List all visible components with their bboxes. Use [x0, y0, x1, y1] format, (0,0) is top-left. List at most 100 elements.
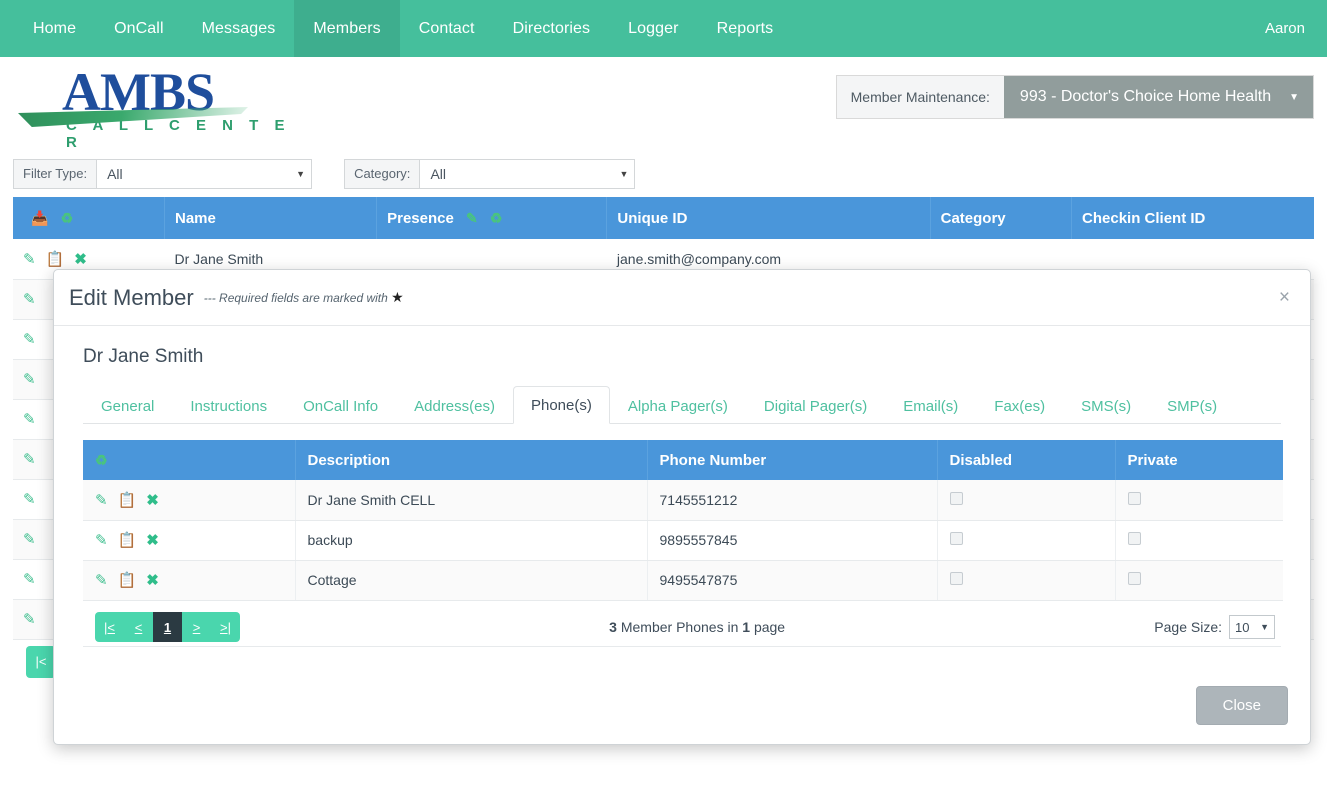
- cell-presence: [376, 359, 607, 400]
- nav-label: Directories: [512, 19, 591, 37]
- chevron-down-icon: ▼: [296, 168, 306, 179]
- table-row[interactable]: ✎: [13, 279, 1314, 320]
- nav-user-menu[interactable]: Aaron: [1243, 0, 1327, 57]
- members-grid-header-unique-id[interactable]: Unique ID: [606, 197, 931, 239]
- nav-label: Reports: [716, 19, 774, 37]
- copy-icon[interactable]: 📋: [46, 252, 65, 267]
- nav-items: Home OnCall Messages Members Contact Dir…: [14, 0, 792, 57]
- cell-unique-id: [606, 279, 931, 320]
- add-member-icon[interactable]: 📥: [31, 210, 48, 226]
- cell-category: [930, 359, 1072, 400]
- cell-name: [164, 519, 377, 560]
- refresh-icon[interactable]: ♻: [490, 210, 503, 226]
- table-row[interactable]: ✎: [13, 479, 1314, 520]
- edit-icon[interactable]: ✎: [466, 210, 478, 226]
- members-grid-header-row: 📥 ♻ Name Presence ✎ ♻ Unique ID Category…: [13, 197, 1314, 239]
- refresh-icon[interactable]: ♻: [61, 210, 74, 226]
- members-grid-wrap: 📥 ♻ Name Presence ✎ ♻ Unique ID Category…: [0, 197, 1327, 678]
- edit-icon[interactable]: ✎: [23, 492, 36, 507]
- cell-presence: [376, 479, 607, 520]
- table-row[interactable]: ✎: [13, 359, 1314, 400]
- nav-item-home[interactable]: Home: [14, 0, 95, 57]
- cell-checkin: [1071, 559, 1314, 600]
- cell-name: [164, 559, 377, 600]
- filter-type-label: Filter Type:: [14, 159, 98, 188]
- row-actions-cell: ✎ 📋 ✖: [13, 239, 165, 280]
- edit-icon[interactable]: ✎: [23, 252, 36, 267]
- edit-icon[interactable]: ✎: [23, 372, 36, 387]
- nav-label: Members: [313, 19, 381, 37]
- cell-category: [930, 399, 1072, 440]
- category-select[interactable]: All ▼: [420, 160, 634, 188]
- cell-name: [164, 279, 377, 320]
- edit-icon[interactable]: ✎: [23, 532, 36, 547]
- cell-category: [930, 439, 1072, 480]
- cell-unique-id: [606, 439, 931, 480]
- cell-name: [164, 319, 377, 360]
- filter-type-select[interactable]: All ▼: [97, 160, 311, 188]
- close-button[interactable]: Close: [1195, 685, 1288, 725]
- delete-icon[interactable]: ✖: [74, 252, 87, 267]
- nav-item-contact[interactable]: Contact: [400, 0, 494, 57]
- nav-item-logger[interactable]: Logger: [609, 0, 697, 57]
- table-row[interactable]: ✎: [13, 559, 1314, 600]
- edit-icon[interactable]: ✎: [23, 612, 36, 627]
- members-grid-header-presence[interactable]: Presence ✎ ♻: [376, 197, 608, 239]
- cell-checkin: [1071, 319, 1314, 360]
- edit-icon[interactable]: ✎: [23, 412, 36, 427]
- cell-unique-id: [606, 559, 931, 600]
- members-grid-header-name[interactable]: Name: [164, 197, 378, 239]
- cell-presence: [376, 559, 607, 600]
- row-actions-cell: ✎: [13, 519, 165, 560]
- table-row[interactable]: ✎: [13, 319, 1314, 360]
- nav-item-reports[interactable]: Reports: [698, 0, 793, 57]
- cell-presence: [376, 519, 607, 560]
- table-row[interactable]: ✎: [13, 519, 1314, 560]
- member-maintenance-label: Member Maintenance:: [836, 76, 1004, 118]
- cell-checkin: [1071, 479, 1314, 520]
- row-actions-cell: ✎: [13, 479, 165, 520]
- nav-item-members[interactable]: Members: [294, 0, 400, 57]
- nav-item-messages[interactable]: Messages: [183, 0, 295, 57]
- cell-unique-id: [606, 319, 931, 360]
- row-actions-cell: ✎: [13, 399, 165, 440]
- category-group: Category: All ▼: [344, 158, 636, 189]
- column-label: Name: [175, 209, 216, 227]
- table-row[interactable]: ✎: [13, 399, 1314, 440]
- cell-name: Dr Jane Smith: [164, 239, 377, 280]
- column-label: Category: [940, 209, 1006, 227]
- row-actions-cell: ✎: [13, 439, 165, 480]
- category-label: Category:: [345, 159, 421, 188]
- cell-unique-id: [606, 519, 931, 560]
- cell-unique-id: jane.smith@company.com: [606, 239, 931, 280]
- cell-presence: [376, 319, 607, 360]
- nav-item-oncall[interactable]: OnCall: [95, 0, 183, 57]
- pager-first-button[interactable]: |<: [26, 646, 56, 678]
- edit-icon[interactable]: ✎: [23, 572, 36, 587]
- table-row[interactable]: ✎: [13, 599, 1314, 640]
- members-grid-head: 📥 ♻ Name Presence ✎ ♻ Unique ID Category…: [13, 197, 1314, 239]
- members-grid-body: ✎ 📋 ✖ Dr Jane Smith jane.smith@company.c…: [13, 239, 1314, 640]
- column-label: Unique ID: [617, 209, 688, 227]
- cell-name: [164, 399, 377, 440]
- members-grid-header-checkin[interactable]: Checkin Client ID: [1071, 197, 1314, 239]
- cell-presence: [376, 599, 607, 640]
- row-actions-cell: ✎: [13, 319, 165, 360]
- row-actions-cell: ✎: [13, 559, 165, 600]
- edit-icon[interactable]: ✎: [23, 452, 36, 467]
- members-grid-header-category[interactable]: Category: [930, 197, 1073, 239]
- cell-name: [164, 439, 377, 480]
- member-maintenance-dropdown[interactable]: 993 - Doctor's Choice Home Health ▼: [1003, 76, 1313, 118]
- cell-category: [930, 479, 1072, 520]
- edit-icon[interactable]: ✎: [23, 332, 36, 347]
- edit-icon[interactable]: ✎: [23, 292, 36, 307]
- ambs-logo: AMBS C A L L C E N T E R: [14, 63, 304, 151]
- table-row[interactable]: ✎: [13, 439, 1314, 480]
- cell-presence: [376, 399, 607, 440]
- table-row[interactable]: ✎ 📋 ✖ Dr Jane Smith jane.smith@company.c…: [13, 239, 1314, 280]
- nav-item-directories[interactable]: Directories: [494, 0, 610, 57]
- category-value: All: [430, 165, 446, 182]
- nav-label: Logger: [628, 19, 679, 37]
- column-label: Presence: [387, 209, 454, 227]
- cell-unique-id: [606, 359, 931, 400]
